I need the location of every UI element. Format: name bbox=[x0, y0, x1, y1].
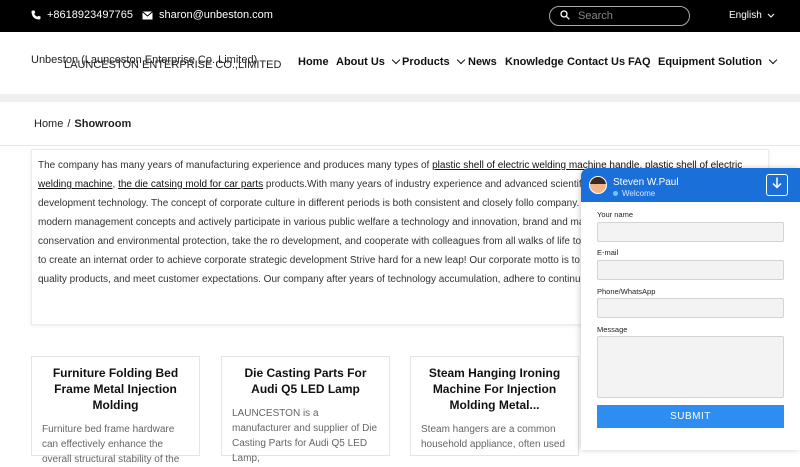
nav-products[interactable]: Products bbox=[402, 55, 465, 68]
email-field[interactable] bbox=[597, 260, 784, 280]
phone-number: +8618923497765 bbox=[47, 9, 133, 21]
product-description: LAUNCESTON is a manufacturer and supplie… bbox=[232, 408, 378, 464]
product-description: Steam hangers are a common household app… bbox=[421, 424, 566, 450]
phone-label: Phone/WhatsApp bbox=[597, 287, 656, 296]
product-title[interactable]: Steam Hanging Ironing Machine For Inject… bbox=[421, 365, 568, 413]
product-title[interactable]: Furniture Folding Bed Frame Metal Inject… bbox=[42, 365, 189, 413]
online-dot-icon bbox=[613, 191, 618, 196]
message-field[interactable] bbox=[597, 336, 784, 398]
chat-header: Steven W.Paul Welcome bbox=[581, 168, 800, 202]
top-bar: +8618923497765 sharon@unbeston.com Engli… bbox=[0, 0, 800, 32]
nav-home[interactable]: Home bbox=[298, 56, 329, 68]
search-box[interactable] bbox=[549, 6, 690, 26]
product-card[interactable]: Furniture Folding Bed Frame Metal Inject… bbox=[31, 356, 200, 465]
chevron-down-icon bbox=[768, 55, 778, 65]
search-input[interactable] bbox=[578, 10, 678, 22]
nav-label: About Us bbox=[336, 56, 385, 68]
intro-text: The company has many years of manufactur… bbox=[38, 160, 433, 171]
logo-text[interactable]: LAUNCESTON ENTERPRISE CO.,LIMITED bbox=[64, 59, 281, 71]
nav-label: Contact Us bbox=[567, 56, 626, 68]
phone-field[interactable] bbox=[597, 298, 784, 318]
header-divider-band bbox=[0, 94, 800, 102]
nav-label: Knowledge bbox=[505, 56, 564, 68]
email-address: sharon@unbeston.com bbox=[159, 9, 273, 21]
search-icon[interactable] bbox=[560, 9, 570, 23]
agent-name: Steven W.Paul bbox=[613, 177, 679, 188]
nav-label: Home bbox=[298, 56, 329, 68]
language-label: English bbox=[729, 10, 762, 21]
chevron-down-icon bbox=[767, 10, 775, 21]
breadcrumb-current: Showroom bbox=[74, 118, 132, 130]
breadcrumb-separator: / bbox=[67, 118, 71, 130]
phone-contact[interactable]: +8618923497765 bbox=[31, 9, 133, 21]
nav-solution[interactable]: Solution bbox=[718, 55, 778, 68]
product-title[interactable]: Die Casting Parts For Audi Q5 LED Lamp bbox=[232, 365, 379, 397]
language-selector[interactable]: English bbox=[729, 10, 775, 21]
product-card[interactable]: Die Casting Parts For Audi Q5 LED Lamp L… bbox=[221, 356, 390, 464]
avatar bbox=[589, 176, 607, 194]
breadcrumb-home[interactable]: Home bbox=[34, 118, 63, 130]
nav-knowledge[interactable]: Knowledge bbox=[505, 56, 564, 68]
message-label: Message bbox=[597, 325, 628, 334]
email-contact[interactable]: sharon@unbeston.com bbox=[142, 9, 273, 21]
submit-button[interactable]: SUBMIT bbox=[597, 405, 784, 428]
arrow-down-icon bbox=[772, 176, 782, 194]
nav-label: Products bbox=[402, 56, 450, 68]
nav-equipment[interactable]: Equipment bbox=[658, 56, 715, 68]
nav-faq[interactable]: FAQ bbox=[628, 56, 651, 68]
status-text: Welcome bbox=[622, 189, 656, 198]
breadcrumb: Home / Showroom bbox=[34, 118, 131, 130]
nav-contact-us[interactable]: Contact Us bbox=[567, 56, 625, 68]
product-link-die-casting-mold[interactable]: the die catsing mold for car parts bbox=[118, 179, 263, 190]
chat-widget: Steven W.Paul Welcome Your name E-mail P… bbox=[581, 168, 800, 450]
nav-news[interactable]: News bbox=[468, 56, 497, 68]
chevron-down-icon bbox=[456, 55, 465, 65]
name-field[interactable] bbox=[597, 222, 784, 242]
divider bbox=[0, 145, 800, 146]
chevron-down-icon bbox=[391, 55, 401, 65]
name-label: Your name bbox=[597, 210, 633, 219]
email-label: E-mail bbox=[597, 248, 619, 257]
site-header: Unbeston (Launceston Enterprise Co.,Limi… bbox=[0, 32, 800, 94]
nav-label: News bbox=[468, 56, 497, 68]
nav-about-us[interactable]: About Us bbox=[336, 55, 401, 68]
envelope-icon bbox=[142, 10, 153, 20]
product-card[interactable]: Steam Hanging Ironing Machine For Inject… bbox=[410, 356, 579, 456]
nav-label: Equipment bbox=[658, 56, 715, 68]
minimize-button[interactable] bbox=[766, 174, 788, 196]
phone-icon bbox=[31, 10, 41, 20]
nav-label: FAQ bbox=[628, 56, 651, 68]
product-description: Furniture bed frame hardware can effecti… bbox=[42, 424, 180, 465]
nav-label: Solution bbox=[718, 56, 762, 68]
agent-status: Welcome bbox=[613, 189, 655, 198]
